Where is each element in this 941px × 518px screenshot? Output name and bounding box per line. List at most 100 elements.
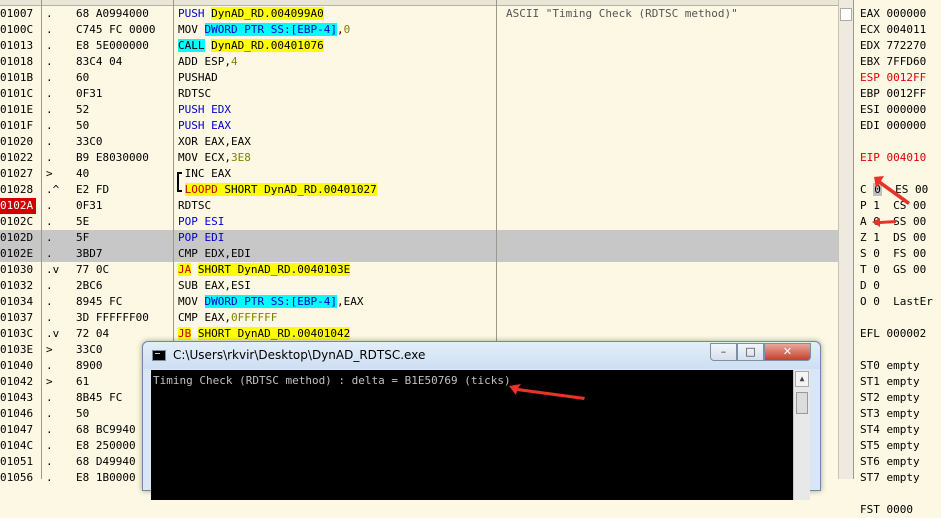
instruction-cell: INC EAX [178,166,494,182]
address-cell: 01042 [0,375,34,388]
jump-marker: . [46,423,53,436]
register-line[interactable]: ST3 empty [860,406,920,422]
close-button[interactable]: ✕ [764,343,811,361]
hex-bytes-cell: 83C4 04 [76,55,123,68]
hex-bytes-cell: 8945 FC [76,295,123,308]
register-line[interactable]: EBP 0012FF [860,86,926,102]
address-cell: 01028 [0,183,34,196]
instruction-cell: CMP EDX,EDI [178,246,494,262]
disasm-row[interactable]: 0101B. 60 PUSHAD [0,70,838,86]
disasm-row[interactable]: 01027 >40 INC EAX [0,166,838,182]
console-titlebar[interactable]: C:\Users\rkvir\Desktop\DynAD_RDTSC.exe –… [143,342,820,369]
instruction-token: JB [178,327,192,340]
instruction-cell: XOR EAX,EAX [178,134,494,150]
instruction-cell: RDTSC [178,198,494,214]
disasm-row[interactable]: 01007. 68 A0994000 PUSH DynAD_RD.004099A0 A… [0,6,838,22]
hex-bytes-cell: 50 [76,119,90,132]
disasm-row[interactable]: 0102A. 0F31 RDTSC [0,198,838,214]
address-cell: 01037 [0,311,34,324]
jump-marker: . [46,151,53,164]
register-line[interactable]: EBX 7FFD60 [860,54,926,70]
disasm-row[interactable]: 01037. 3D FFFFFF00 CMP EAX,0FFFFFF [0,310,838,326]
address-cell: 01046 [0,407,34,420]
disasm-row[interactable]: 01032. 2BC6 SUB EAX,ESI [0,278,838,294]
register-line[interactable]: D 0 [860,278,880,294]
register-line[interactable]: T 0 GS 00 [860,262,926,278]
register-line[interactable]: ESI 000000 [860,102,926,118]
register-line[interactable]: Z 1 DS 00 [860,230,926,246]
jump-marker: . [46,407,53,420]
instruction-cell: ADD ESP,4 [178,54,494,70]
register-line[interactable]: EFL 000002 [860,326,926,342]
disasm-row[interactable]: 0101E. 52 PUSH EDX [0,102,838,118]
instruction-token: SHORT DynAD_RD.0040103E [197,263,351,276]
instruction-cell: CMP EAX,0FFFFFF [178,310,494,326]
jump-marker: . [46,247,53,260]
disasm-row[interactable]: 01034. 8945 FC MOV DWORD PTR SS:[EBP-4],EA… [0,294,838,310]
instruction-cell: JA SHORT DynAD_RD.0040103E [178,262,494,278]
address-cell: 01022 [0,151,34,164]
hex-bytes-cell: 2BC6 [76,279,103,292]
disasm-row[interactable]: 0101C. 0F31 RDTSC [0,86,838,102]
register-line[interactable]: EIP 004010 [860,150,926,166]
register-line[interactable]: EDX 772270 [860,38,926,54]
register-line[interactable]: ST1 empty [860,374,920,390]
hex-bytes-cell: 0F31 [76,87,103,100]
register-line[interactable]: EDI 000000 [860,118,926,134]
address-cell: 01007 [0,7,34,20]
instruction-cell: JB SHORT DynAD_RD.00401042 [178,326,494,342]
register-line[interactable]: O 0 LastEr [860,294,933,310]
console-title: C:\Users\rkvir\Desktop\DynAD_RDTSC.exe [173,348,426,362]
minimize-button[interactable]: – [710,343,737,361]
disasm-row[interactable]: 0103C .v 72 04 JB SHORT DynAD_RD.00401042 [0,326,838,342]
console-scroll-thumb[interactable] [796,392,808,414]
disasm-row[interactable]: 01020. 33C0 XOR EAX,EAX [0,134,838,150]
register-line[interactable]: ST5 empty [860,438,920,454]
maximize-button[interactable]: □ [737,343,764,361]
address-cell: 0102A [0,198,36,214]
address-cell: 0103E [0,343,34,356]
jump-marker: . [46,439,53,452]
register-line[interactable]: ECX 004011 [860,22,926,38]
hex-bytes-cell: 0F31 [76,199,103,212]
disasm-row[interactable]: 0100C. C745 FC 0000 MOV DWORD PTR SS:[EBP-… [0,22,838,38]
scrollbar-thumb[interactable] [840,8,852,21]
register-line[interactable]: ESP 0012FF [860,70,926,86]
jump-marker: .v [46,263,60,276]
jump-marker: .v [46,327,60,340]
register-line[interactable]: ST6 empty [860,454,920,470]
register-line[interactable]: ST4 empty [860,422,920,438]
console-app-icon [152,350,166,361]
disasm-row[interactable]: 01018. 83C4 04 ADD ESP,4 [0,54,838,70]
console-window[interactable]: C:\Users\rkvir\Desktop\DynAD_RDTSC.exe –… [142,341,821,500]
disasm-row[interactable]: 01030 .v 77 0C JA SHORT DynAD_RD.0040103E [0,262,838,278]
instruction-cell: RDTSC [178,86,494,102]
disasm-row[interactable]: 01022. B9 E8030000 MOV ECX,3E8 [0,150,838,166]
disasm-row[interactable]: 0102C. 5E POP ESI [0,214,838,230]
disasm-row[interactable]: 01028 .^ E2 FD LOOPD SHORT DynAD_RD.004010… [0,182,838,198]
instruction-token: ADD ESP, [178,55,231,68]
instruction-token: MOV [178,23,205,36]
console-output-area[interactable]: Timing Check (RDTSC method) : delta = B1… [151,370,810,500]
disasm-row[interactable]: 0101F. 50 PUSH EAX [0,118,838,134]
disasm-row[interactable]: 0102D. 5F POP EDI [0,230,838,246]
address-cell: 0101E [0,103,34,116]
instruction-token: ,EAX [336,295,364,308]
hex-bytes-cell: 5E [76,215,90,228]
instruction-cell: PUSH EDX [178,102,494,118]
scroll-up-arrow-icon[interactable]: ▲ [795,371,809,387]
register-line[interactable]: ST0 empty [860,358,920,374]
register-line[interactable]: ST2 empty [860,390,920,406]
instruction-token: RDTSC [178,87,212,100]
hex-bytes-cell: C745 FC 0000 [76,23,156,36]
jump-marker: . [46,311,53,324]
console-scrollbar[interactable]: ▲ [793,370,810,500]
jump-marker: . [46,119,53,132]
disassembly-scrollbar[interactable] [838,0,853,479]
disasm-row[interactable]: 0102E. 3BD7 CMP EDX,EDI [0,246,838,262]
register-line[interactable]: ST7 empty [860,470,920,486]
register-line[interactable]: S 0 FS 00 [860,246,926,262]
register-line[interactable]: EAX 000000 [860,6,926,22]
disasm-row[interactable]: 01013. E8 5E000000 CALL DynAD_RD.00401076 [0,38,838,54]
register-line[interactable]: FST 0000 [860,502,913,518]
